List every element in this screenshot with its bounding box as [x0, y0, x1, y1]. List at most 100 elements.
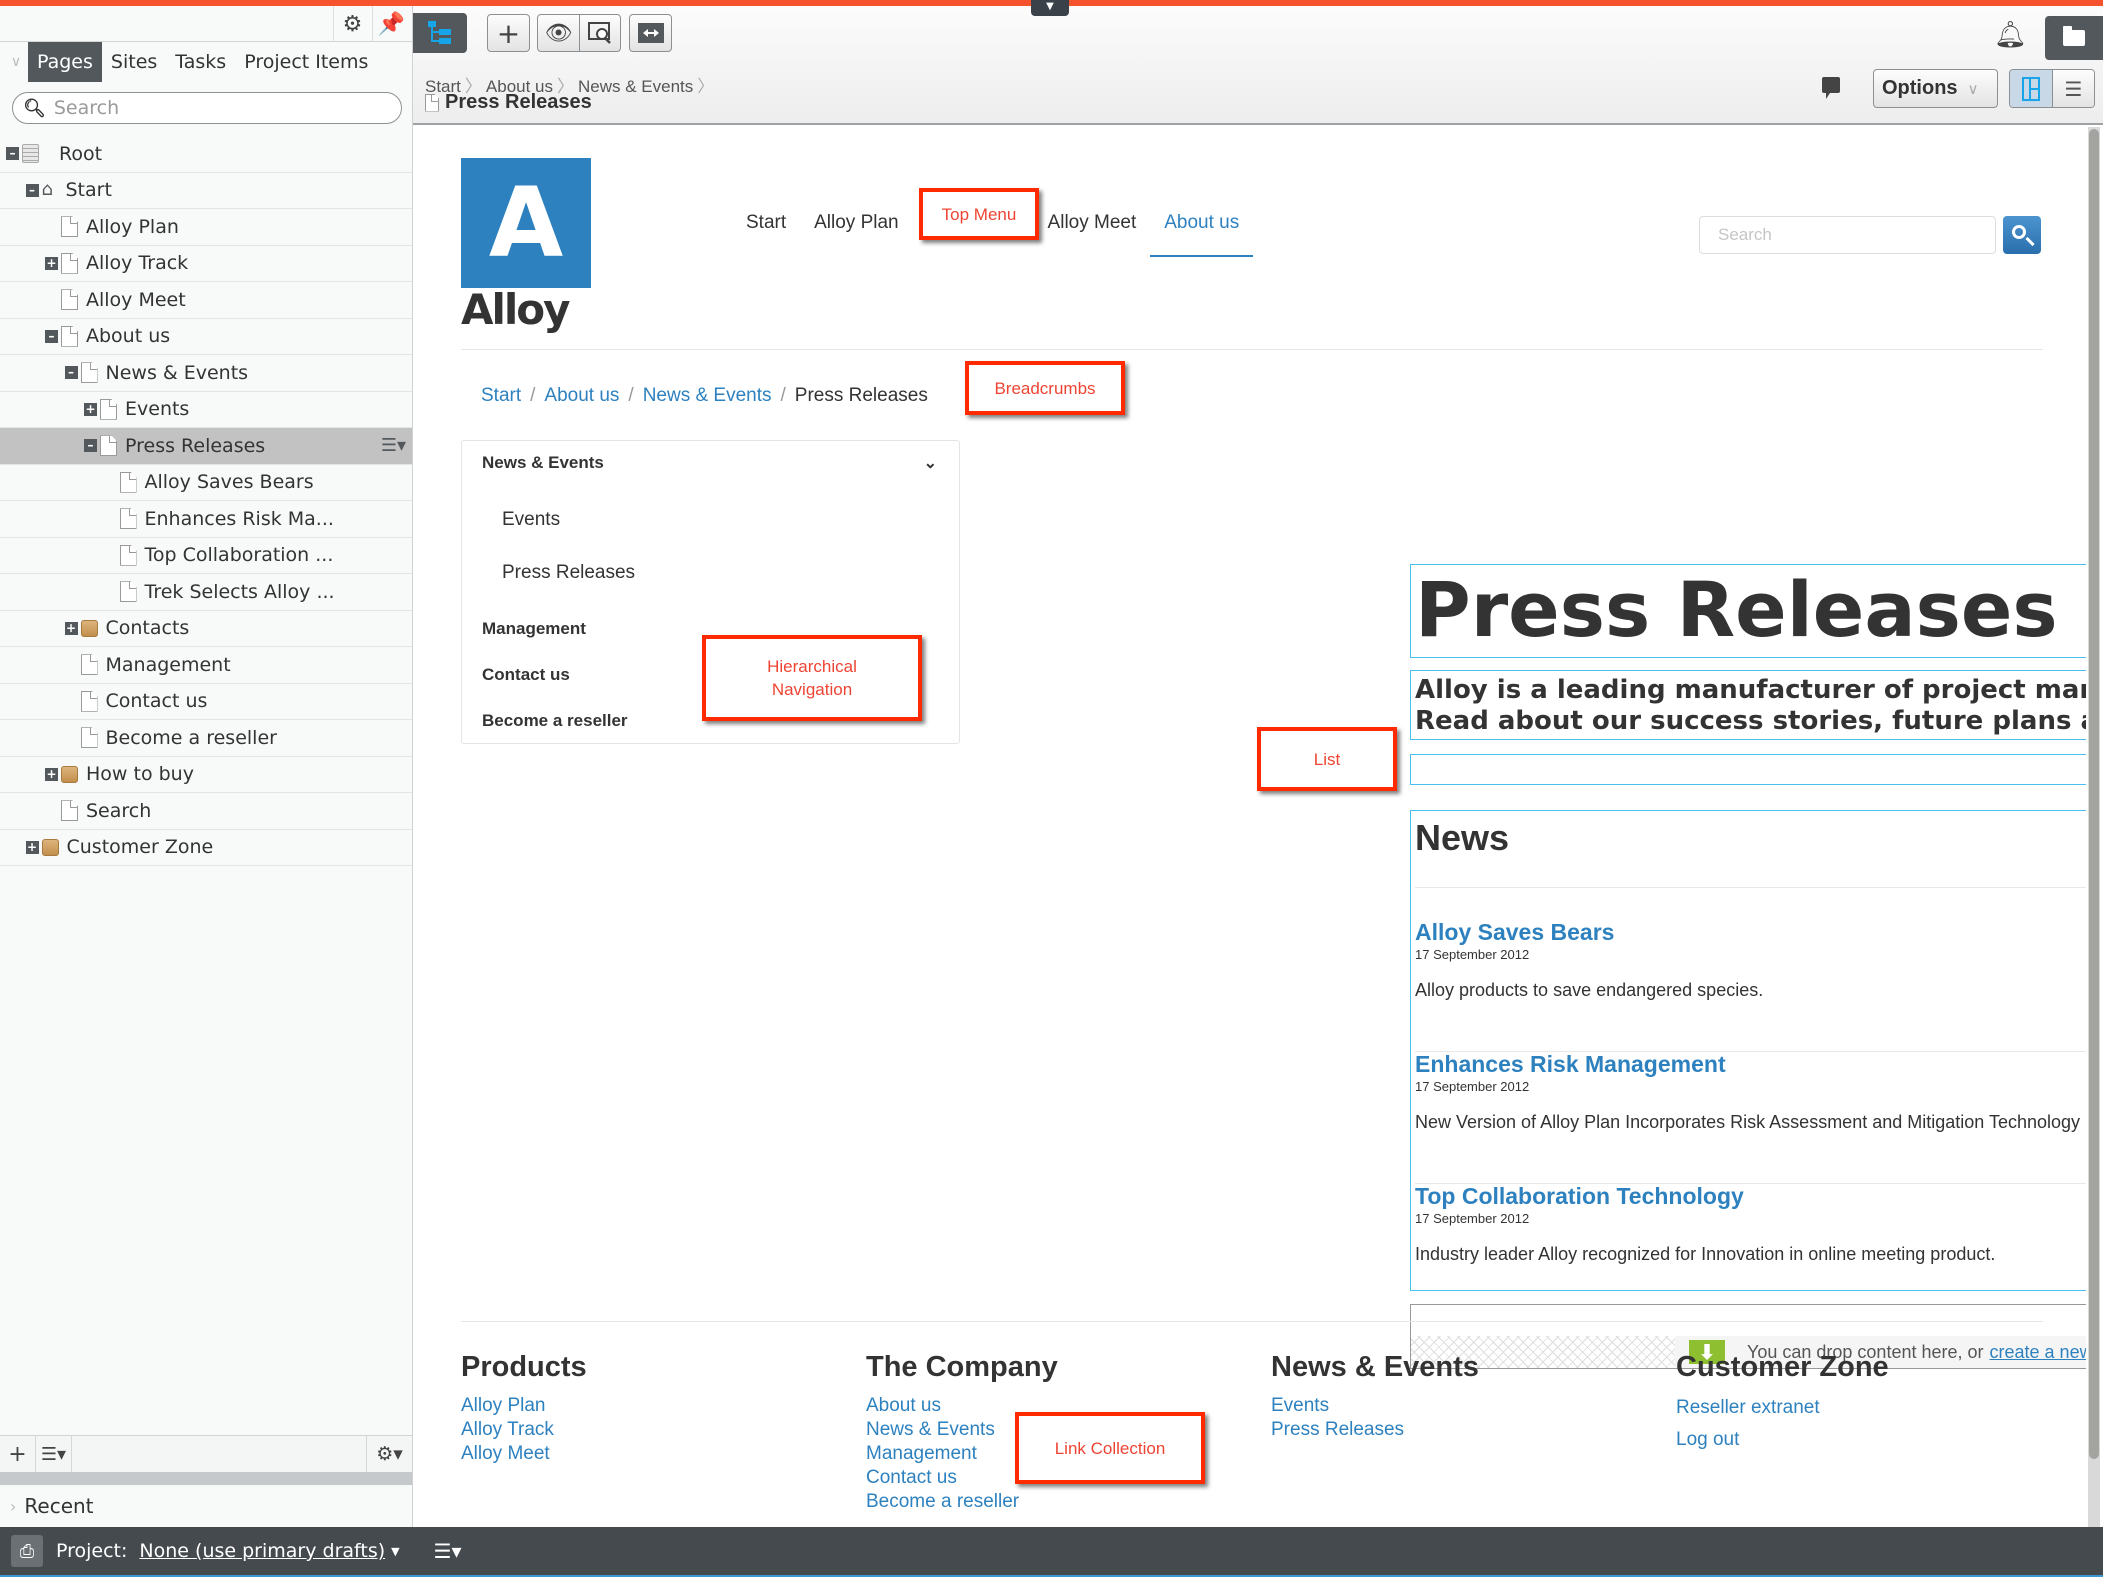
notification-bell-icon[interactable]: 🔔︎: [1994, 20, 2027, 50]
top-menu-item[interactable]: Alloy Meet: [1034, 212, 1151, 257]
tree-node[interactable]: – ⌂ Start: [0, 173, 412, 209]
all-properties-button[interactable]: ☰: [2051, 70, 2094, 107]
editor-breadcrumb-item[interactable]: News & Events: [578, 77, 693, 96]
subnav-parent[interactable]: News & Events: [482, 453, 604, 473]
news-list-block[interactable]: News Alloy Saves Bears 17 September 2012 A…: [1410, 810, 2086, 1316]
pin-icon[interactable]: 📌: [372, 6, 410, 42]
footer-link[interactable]: Alloy Meet: [461, 1442, 587, 1466]
collapse-icon[interactable]: –: [45, 329, 58, 343]
tree-node[interactable]: + Customer Zone: [0, 830, 412, 866]
comment-icon[interactable]: [1822, 77, 1840, 99]
subnav-item[interactable]: Contact us: [482, 665, 570, 685]
main-body-editable[interactable]: [1410, 754, 2086, 785]
node-context-menu-icon[interactable]: ☰▾: [381, 435, 406, 456]
collapse-icon[interactable]: –: [6, 147, 19, 161]
settings-gear-button[interactable]: ⚙▾: [366, 1436, 412, 1472]
tab-project-items[interactable]: Project Items: [235, 42, 377, 82]
scrollbar-thumb[interactable]: [2089, 129, 2099, 1459]
create-button[interactable]: +: [487, 14, 530, 52]
subnav-child[interactable]: Press Releases: [502, 562, 635, 584]
recent-section-header[interactable]: › Recent: [0, 1485, 412, 1527]
tree-node[interactable]: Top Collaboration ...: [0, 538, 412, 574]
footer-link[interactable]: Press Releases: [1271, 1418, 1479, 1442]
tree-node[interactable]: Contact us: [0, 684, 412, 720]
tree-node[interactable]: Trek Selects Alloy ...: [0, 574, 412, 611]
toggle-navigation-pane-button[interactable]: [413, 13, 467, 53]
footer-link[interactable]: Log out: [1676, 1426, 1889, 1454]
compare-button[interactable]: [629, 14, 672, 52]
expand-icon[interactable]: +: [84, 402, 97, 416]
tab-tasks[interactable]: Tasks: [166, 42, 235, 82]
subnav-child[interactable]: Events: [502, 509, 560, 531]
project-icon[interactable]: ⎙: [11, 1535, 43, 1567]
tree-node[interactable]: Become a reseller: [0, 720, 412, 757]
top-menu-item[interactable]: About us: [1150, 212, 1254, 257]
add-button[interactable]: +: [0, 1436, 36, 1472]
on-page-edit-button[interactable]: [2010, 70, 2052, 107]
tree-node[interactable]: Enhances Risk Ma...: [0, 501, 412, 538]
gear-icon[interactable]: ⚙: [333, 6, 371, 42]
panel-splitter[interactable]: [0, 1473, 412, 1485]
options-button[interactable]: Options ∨: [1873, 69, 1998, 108]
breadcrumb-link[interactable]: Start: [481, 385, 521, 406]
page-intro-editable[interactable]: Alloy is a leading manufacturer of proje…: [1410, 670, 2086, 740]
view-settings-button[interactable]: [579, 15, 620, 51]
footer-link[interactable]: Alloy Track: [461, 1418, 587, 1442]
tree-node[interactable]: – News & Events: [0, 355, 412, 392]
preview-scrollbar[interactable]: [2088, 127, 2100, 1527]
tree-node[interactable]: Management: [0, 647, 412, 684]
tree-search-input[interactable]: [53, 97, 394, 119]
footer-link[interactable]: Reseller extranet: [1676, 1394, 1889, 1422]
subnav-item[interactable]: Management: [482, 619, 586, 639]
toggle-global-menu-button[interactable]: ▼: [1031, 0, 1069, 16]
expand-icon[interactable]: +: [25, 840, 39, 854]
top-menu-item[interactable]: Start: [732, 212, 800, 257]
tree-node[interactable]: – Root: [0, 136, 412, 173]
assets-pane-button[interactable]: [2045, 16, 2103, 60]
footer-heading: News & Events: [1271, 1351, 1479, 1383]
expand-icon[interactable]: +: [64, 621, 78, 635]
tree-node[interactable]: + How to buy: [0, 757, 412, 793]
news-title-link[interactable]: Alloy Saves Bears: [1415, 919, 1763, 946]
collapse-icon[interactable]: –: [64, 366, 78, 380]
news-title-link[interactable]: Top Collaboration Technology: [1415, 1183, 1995, 1210]
news-title-link[interactable]: Enhances Risk Management: [1415, 1051, 2080, 1078]
top-menu-item[interactable]: Alloy Plan: [800, 212, 913, 257]
eye-preview-button[interactable]: 👁︎: [538, 15, 579, 51]
tab-pages[interactable]: Pages: [28, 42, 102, 82]
breadcrumb-link[interactable]: News & Events: [643, 385, 772, 406]
tab-sites[interactable]: Sites: [102, 42, 166, 82]
tree-node[interactable]: Alloy Meet: [0, 282, 412, 319]
tree-node[interactable]: Alloy Plan: [0, 209, 412, 246]
expand-icon[interactable]: +: [45, 256, 58, 270]
expand-icon[interactable]: +: [45, 767, 58, 781]
caret-down-icon[interactable]: ▼: [391, 1545, 399, 1558]
tree-node[interactable]: Search: [0, 793, 412, 830]
list-menu-button[interactable]: ☰▾: [36, 1436, 72, 1472]
collapse-chevron-icon[interactable]: ∨: [4, 42, 28, 82]
site-search-input[interactable]: [1699, 216, 1996, 254]
tree-node[interactable]: – Press Releases ☰▾: [0, 428, 412, 465]
chevron-down-icon[interactable]: ⌄: [924, 453, 937, 473]
breadcrumb-link[interactable]: About us: [544, 385, 619, 406]
site-search-button[interactable]: [2003, 216, 2041, 254]
project-menu-button[interactable]: ☰▾: [434, 1539, 462, 1563]
project-selector[interactable]: None (use primary drafts): [139, 1540, 385, 1562]
create-new-block-link[interactable]: create a new block: [1990, 1342, 2086, 1363]
tree-node[interactable]: + Events: [0, 392, 412, 428]
subnav-item[interactable]: Become a reseller: [482, 711, 628, 731]
alloy-logo[interactable]: A Alloy: [461, 158, 591, 331]
footer-link[interactable]: Alloy Plan: [461, 1394, 587, 1418]
collapse-icon[interactable]: –: [25, 183, 39, 197]
footer-link[interactable]: Events: [1271, 1394, 1479, 1418]
page-title-editable[interactable]: Press Releases: [1410, 564, 2086, 658]
page-preview: A Alloy StartAlloy PlanAlloy TrackAlloy …: [414, 127, 2086, 1527]
footer-link[interactable]: Become a reseller: [866, 1490, 1058, 1514]
tree-node[interactable]: + Alloy Track: [0, 246, 412, 282]
tree-node[interactable]: + Contacts: [0, 611, 412, 647]
tree-node[interactable]: – About us: [0, 319, 412, 355]
collapse-icon[interactable]: –: [84, 439, 97, 453]
tree-node[interactable]: Alloy Saves Bears: [0, 465, 412, 501]
